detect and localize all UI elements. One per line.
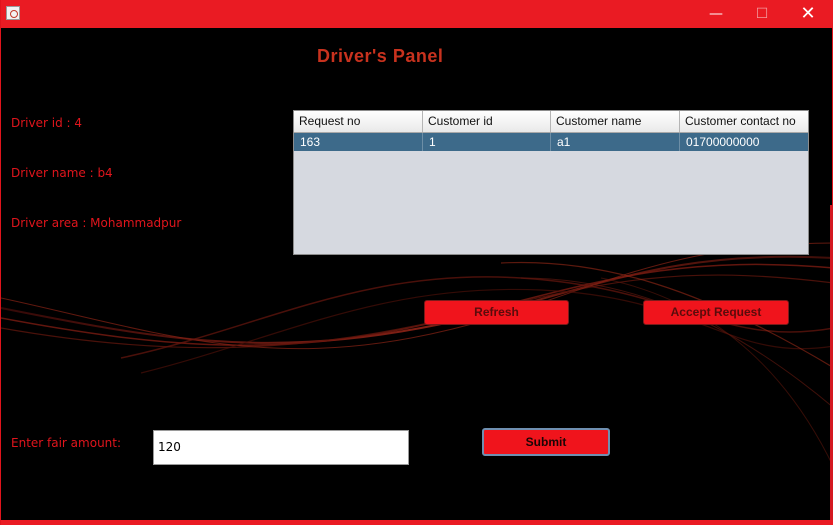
java-app-icon xyxy=(6,6,20,20)
bottom-edge-strip xyxy=(1,520,833,525)
requests-table[interactable]: Request no Customer id Customer name Cus… xyxy=(293,110,809,255)
cell-customer-contact: 01700000000 xyxy=(686,135,760,149)
page-title: Driver's Panel xyxy=(317,46,444,66)
minimize-icon[interactable]: — xyxy=(693,0,739,28)
submit-button[interactable]: Submit xyxy=(482,428,610,456)
driver-area-label: Driver area : Mohammadpur xyxy=(11,216,182,230)
close-icon[interactable]: ✕ xyxy=(785,0,831,28)
maximize-icon[interactable]: ☐ xyxy=(739,0,785,28)
column-header-request-no[interactable]: Request no xyxy=(294,111,423,132)
cell-customer-id: 1 xyxy=(423,133,551,151)
driver-id-label: Driver id : 4 xyxy=(11,116,82,130)
fare-amount-label: Enter fair amount: xyxy=(11,436,122,450)
table-header: Request no Customer id Customer name Cus… xyxy=(294,111,808,133)
column-header-customer-id[interactable]: Customer id xyxy=(423,111,551,132)
cell-customer-name: a1 xyxy=(551,133,680,151)
driver-panel-window: — ☐ ✕ Driver's Panel Driver id : 4 Drive… xyxy=(0,0,833,525)
title-bar[interactable]: — ☐ ✕ xyxy=(1,0,833,28)
fare-amount-input[interactable]: 120 xyxy=(153,430,409,465)
driver-name-label: Driver name : b4 xyxy=(11,166,113,180)
table-row[interactable]: 163 1 a1 01700000000 xyxy=(294,133,808,151)
column-header-customer-contact[interactable]: Customer contact no xyxy=(680,111,808,132)
refresh-button[interactable]: Refresh xyxy=(424,300,569,325)
column-header-customer-name[interactable]: Customer name xyxy=(551,111,680,132)
cell-request-no: 163 xyxy=(294,133,423,151)
background-wave-graphic xyxy=(1,242,833,468)
accept-request-button[interactable]: Accept Request xyxy=(643,300,789,325)
